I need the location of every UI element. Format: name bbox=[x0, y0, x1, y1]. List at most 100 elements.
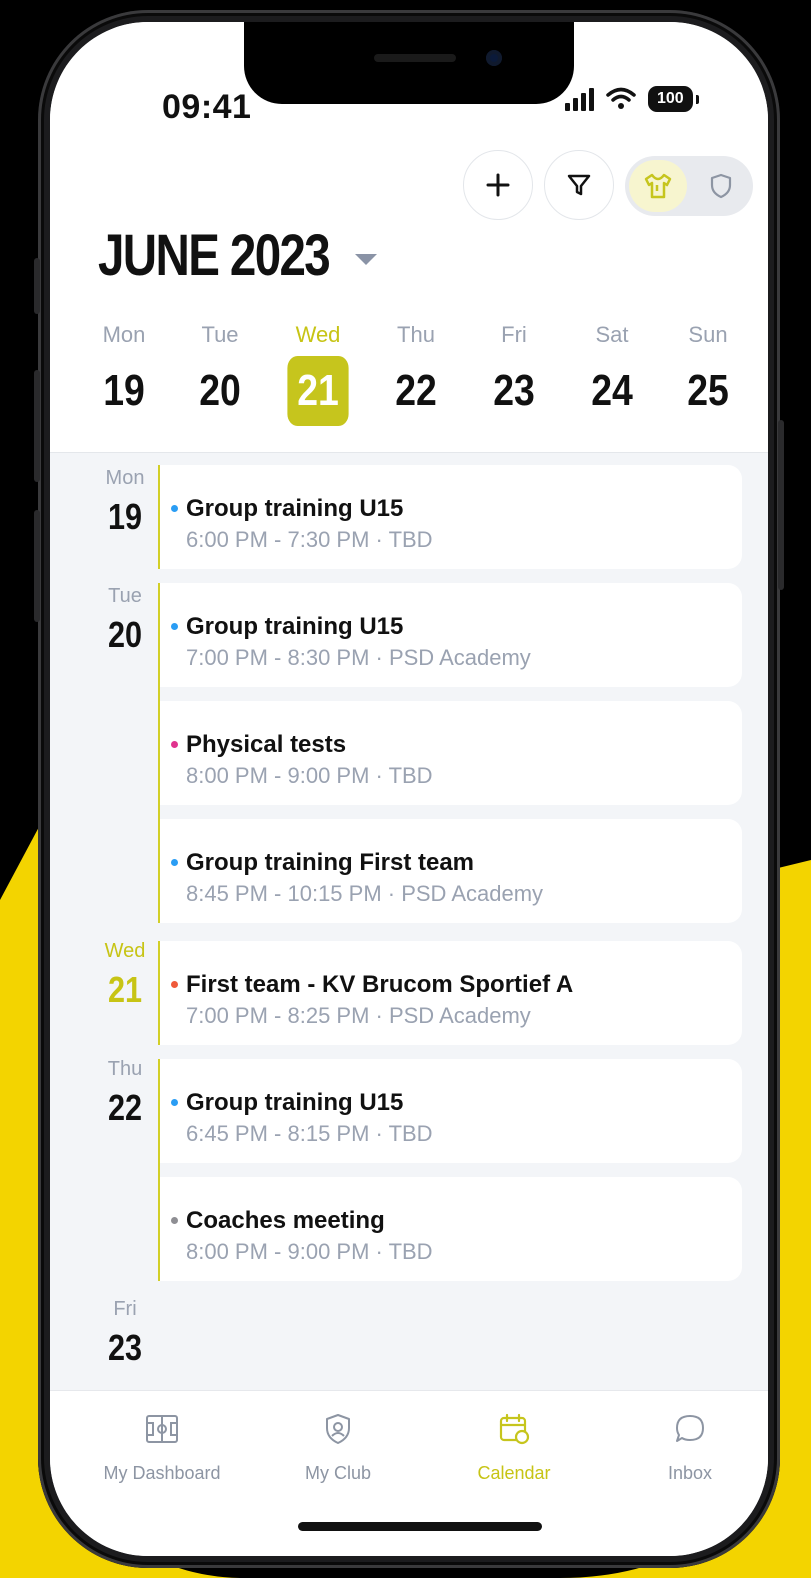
week-day-name: Wed bbox=[295, 322, 341, 347]
event-card[interactable]: First team - KV Brucom Sportief A 7:00 P… bbox=[160, 941, 742, 1045]
event-time-location: 8:45 PM - 10:15 PM · PSD Academy bbox=[186, 881, 544, 906]
speaker-grille bbox=[374, 54, 456, 62]
day-label-fri: Fri 23 bbox=[90, 1298, 160, 1369]
plus-icon bbox=[486, 173, 510, 197]
home-indicator[interactable] bbox=[298, 1522, 542, 1531]
day-label-name: Mon bbox=[105, 467, 145, 489]
week-day-number: 20 bbox=[199, 366, 241, 415]
power-button bbox=[778, 420, 784, 590]
view-toggle[interactable] bbox=[625, 156, 753, 216]
calendar-icon bbox=[499, 1413, 530, 1445]
inbox-icon bbox=[676, 1415, 704, 1442]
volume-down-button bbox=[34, 510, 40, 622]
event-type-dot bbox=[171, 505, 178, 512]
tab-bar: My Dashboard My Club Calendar Inbox bbox=[50, 1390, 768, 1556]
week-day-number: 23 bbox=[493, 366, 535, 415]
week-day-number: 22 bbox=[395, 366, 437, 415]
phone-screen: 09:41 100 JUNE 2023 Mon 19 Tue 20 Wed 21… bbox=[50, 22, 768, 1556]
tab-inbox[interactable]: Inbox bbox=[610, 1409, 768, 1484]
event-title: Coaches meeting bbox=[186, 1207, 385, 1234]
event-time-location: 6:45 PM - 8:15 PM · TBD bbox=[186, 1121, 433, 1146]
week-day-selected[interactable]: Wed 21 bbox=[278, 322, 358, 426]
week-day[interactable]: Fri 23 bbox=[474, 322, 554, 416]
event-time-location: 8:00 PM - 9:00 PM · TBD bbox=[186, 763, 433, 788]
status-indicators: 100 bbox=[565, 86, 699, 112]
event-card[interactable]: Group training U15 7:00 PM - 8:30 PM · P… bbox=[160, 583, 742, 687]
front-camera bbox=[486, 50, 502, 66]
event-type-dot bbox=[171, 1217, 178, 1224]
day-label-name: Thu bbox=[107, 1058, 143, 1080]
event-type-dot bbox=[171, 1099, 178, 1106]
day-label-number: 22 bbox=[107, 1087, 143, 1128]
day-label-name: Wed bbox=[104, 940, 146, 962]
event-title: Group training U15 bbox=[186, 613, 404, 640]
silent-switch bbox=[34, 258, 40, 314]
tab-label: My Dashboard bbox=[103, 1463, 221, 1483]
day-label-number: 21 bbox=[107, 969, 143, 1010]
event-card[interactable]: Group training U15 6:45 PM - 8:15 PM · T… bbox=[160, 1059, 742, 1163]
week-day-name: Sat bbox=[595, 322, 629, 347]
notch bbox=[244, 22, 574, 104]
tab-my-dashboard[interactable]: My Dashboard bbox=[82, 1409, 242, 1484]
shield-icon bbox=[710, 173, 732, 199]
week-day-name: Fri bbox=[501, 322, 527, 347]
week-day[interactable]: Sat 24 bbox=[572, 322, 652, 416]
add-event-button[interactable] bbox=[463, 150, 533, 220]
day-label-number: 23 bbox=[107, 1327, 143, 1368]
day-label-name: Fri bbox=[113, 1298, 137, 1320]
event-type-dot bbox=[171, 623, 178, 630]
week-day-name: Thu bbox=[397, 322, 435, 347]
event-type-dot bbox=[171, 981, 178, 988]
event-card[interactable]: Physical tests 8:00 PM - 9:00 PM · TBD bbox=[160, 701, 742, 805]
week-day-number: 24 bbox=[591, 366, 633, 415]
day-label-tue: Tue 20 bbox=[90, 585, 160, 656]
week-day-number: 19 bbox=[103, 366, 145, 415]
club-view-toggle-option[interactable] bbox=[701, 168, 741, 204]
event-card[interactable]: Coaches meeting 8:00 PM - 9:00 PM · TBD bbox=[160, 1177, 742, 1281]
status-time: 09:41 bbox=[162, 88, 252, 126]
event-title: Group training First team bbox=[186, 849, 475, 876]
day-label-number: 20 bbox=[107, 614, 143, 655]
cellular-signal-icon bbox=[565, 87, 594, 111]
dashboard-icon bbox=[146, 1415, 178, 1443]
event-list[interactable]: Mon 19 Tue 20 Wed 21 Thu 22 Fri 23 Group… bbox=[50, 453, 768, 1403]
chevron-down-icon[interactable] bbox=[355, 254, 377, 265]
event-type-dot bbox=[171, 741, 178, 748]
wifi-icon bbox=[606, 87, 636, 109]
week-day[interactable]: Tue 20 bbox=[180, 322, 260, 416]
jersey-icon bbox=[644, 173, 672, 199]
week-day[interactable]: Mon 19 bbox=[84, 322, 164, 416]
tab-label: Inbox bbox=[667, 1463, 713, 1483]
week-day-number: 21 bbox=[287, 356, 349, 426]
week-day-name: Mon bbox=[102, 322, 146, 347]
day-label-name: Tue bbox=[108, 585, 142, 607]
event-type-dot bbox=[171, 859, 178, 866]
week-day[interactable]: Sun 25 bbox=[668, 322, 748, 416]
event-time-location: 7:00 PM - 8:30 PM · PSD Academy bbox=[186, 645, 531, 670]
day-label-thu: Thu 22 bbox=[90, 1058, 160, 1129]
event-time-location: 7:00 PM - 8:25 PM · PSD Academy bbox=[186, 1003, 531, 1028]
month-title[interactable]: JUNE 2023 bbox=[98, 222, 331, 289]
team-view-toggle-option[interactable] bbox=[629, 160, 687, 212]
tab-label: My Club bbox=[304, 1463, 371, 1483]
tab-my-club[interactable]: My Club bbox=[258, 1409, 418, 1484]
event-title: Physical tests bbox=[186, 731, 347, 758]
tab-calendar[interactable]: Calendar bbox=[434, 1409, 594, 1484]
day-label-number: 19 bbox=[107, 496, 143, 537]
week-day-name: Sun bbox=[688, 322, 728, 347]
volume-up-button bbox=[34, 370, 40, 482]
filter-button[interactable] bbox=[544, 150, 614, 220]
event-card[interactable]: Group training First team 8:45 PM - 10:1… bbox=[160, 819, 742, 923]
event-time-location: 8:00 PM - 9:00 PM · TBD bbox=[186, 1239, 433, 1264]
event-time-location: 6:00 PM - 7:30 PM · TBD bbox=[186, 527, 433, 552]
battery-indicator: 100 bbox=[648, 86, 699, 112]
filter-icon bbox=[567, 174, 591, 196]
event-title: Group training U15 bbox=[186, 1089, 404, 1116]
day-label-wed: Wed 21 bbox=[90, 940, 160, 1011]
week-strip: Mon 19 Tue 20 Wed 21 Thu 22 Fri 23 Sat 2… bbox=[50, 322, 768, 432]
club-icon bbox=[326, 1414, 350, 1444]
event-card[interactable]: Group training U15 6:00 PM - 7:30 PM · T… bbox=[160, 465, 742, 569]
event-title: Group training U15 bbox=[186, 495, 404, 522]
week-day[interactable]: Thu 22 bbox=[376, 322, 456, 416]
week-day-number: 25 bbox=[687, 366, 729, 415]
